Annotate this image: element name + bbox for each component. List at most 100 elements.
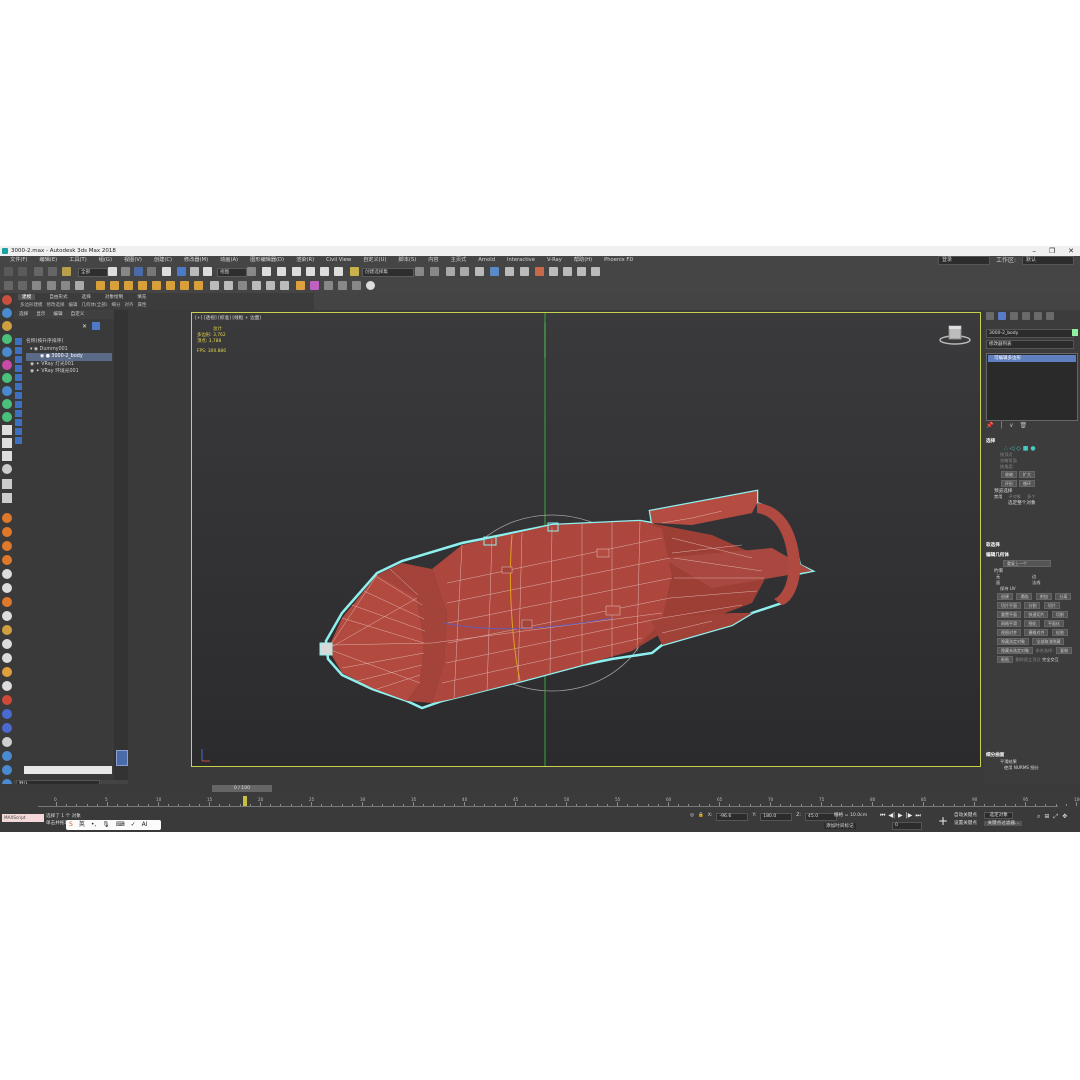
graphite-icon[interactable]: [2, 386, 12, 396]
view-align-button[interactable]: 视图对齐: [997, 629, 1021, 636]
mirror-icon[interactable]: [415, 267, 424, 276]
cut-button[interactable]: 切割: [1051, 611, 1068, 618]
ime-voice-icon[interactable]: 🎙: [102, 820, 110, 830]
redo-icon[interactable]: [18, 267, 27, 276]
stack-item-editable-poly[interactable]: 可编辑多边形: [988, 355, 1076, 362]
ime-language[interactable]: 英: [79, 820, 85, 830]
phoenix-source-icon[interactable]: [338, 281, 347, 290]
copy-button[interactable]: 复制: [1056, 647, 1073, 654]
paste-button[interactable]: 粘贴: [997, 656, 1013, 663]
filter-geometry-icon[interactable]: [15, 338, 22, 345]
menu-help[interactable]: 帮助(H): [568, 256, 598, 265]
loop-button[interactable]: 循环: [1019, 480, 1035, 487]
reset-plane-button[interactable]: 重置平面: [997, 611, 1021, 618]
vray-frame-buffer-icon[interactable]: [591, 267, 600, 276]
hierarchy-tab-icon[interactable]: [1010, 312, 1018, 320]
make-unique-icon[interactable]: ∨: [1009, 422, 1013, 429]
object-color-swatch[interactable]: [1072, 329, 1078, 336]
menu-animation[interactable]: 动画(A): [214, 256, 244, 265]
displacement-icon[interactable]: [266, 281, 275, 290]
ribbon-tab-freeform[interactable]: 自由形式: [49, 294, 67, 300]
menu-phoenix-fd[interactable]: Phoenix FD: [598, 256, 639, 265]
phoenix-ocean-icon[interactable]: [352, 281, 361, 290]
manipulate-icon[interactable]: [262, 267, 271, 276]
ribbon-tab-object-paint[interactable]: 对象绘制: [105, 294, 123, 300]
filter-cameras-icon[interactable]: [15, 365, 22, 372]
y-coordinate-field[interactable]: 180.0: [760, 813, 793, 821]
select-whole-object-label[interactable]: 选定整个对象: [986, 500, 1078, 506]
ribbon-item-poly-modeling[interactable]: 多边形建模: [20, 302, 43, 308]
menu-content[interactable]: 内容: [422, 256, 444, 265]
zoom-icon[interactable]: ⌕: [1037, 813, 1040, 821]
keyboard-shortcut-icon[interactable]: [277, 267, 286, 276]
use-nurms-checkbox[interactable]: 使用 NURMS 细分: [986, 765, 1078, 771]
vortex-icon[interactable]: [2, 583, 12, 593]
split-button[interactable]: 分割: [1024, 602, 1041, 609]
create-light-icon[interactable]: [2, 321, 12, 331]
track-bar[interactable]: 0 5 10 15 20 25 30 35 40 45 50 55 60 65 70 75 80 85 90 95 10…: [0, 794, 1080, 810]
fire-emitter-icon[interactable]: [2, 597, 12, 607]
ime-logo-icon[interactable]: S: [69, 820, 73, 830]
ribbon-item-properties[interactable]: 属性: [138, 302, 147, 308]
delete-isolated-checkbox[interactable]: 删除孤立顶点: [1015, 657, 1040, 662]
key-filter-dropdown[interactable]: 选定对象: [984, 812, 1013, 819]
constraint-normal-radio[interactable]: 法线: [1032, 580, 1068, 586]
menu-views[interactable]: 视图(V): [118, 256, 148, 265]
tessellate-button[interactable]: 细化: [1024, 620, 1041, 627]
isolate-icon[interactable]: ◎: [690, 813, 694, 821]
fire-sim-icon[interactable]: [2, 541, 12, 551]
show-end-result-icon[interactable]: │: [999, 422, 1003, 429]
unlink-icon[interactable]: [48, 267, 57, 276]
attach-button[interactable]: 附加: [1035, 593, 1052, 600]
select-object-icon[interactable]: [108, 267, 117, 276]
liquid-icon[interactable]: [2, 639, 12, 649]
render-icon[interactable]: [549, 267, 558, 276]
create-geometry-icon[interactable]: [2, 295, 12, 305]
perspective-viewport[interactable]: [+] [透视] [标准] [线框 + 边面] 总计 多边形: 3,762 顶点…: [191, 312, 981, 767]
foam-icon[interactable]: [2, 667, 12, 677]
add-time-tag-button[interactable]: 添加时间标记: [824, 823, 856, 829]
splash-icon[interactable]: [2, 681, 12, 691]
quickslice-button[interactable]: 快速切片: [1024, 611, 1049, 618]
move-icon[interactable]: [162, 267, 171, 276]
shrink-button[interactable]: 收缩: [1001, 471, 1017, 478]
bind-space-warp-icon[interactable]: [62, 267, 71, 276]
filter-icon[interactable]: [92, 322, 100, 330]
modifier-list-dropdown[interactable]: 修改器列表: [986, 340, 1074, 349]
directional-light-icon[interactable]: [194, 281, 203, 290]
ime-skin-icon[interactable]: ✓: [131, 820, 136, 830]
subdivision-surface-header[interactable]: 细分曲面: [986, 752, 1078, 759]
fog-icon[interactable]: [152, 281, 161, 290]
align-icon[interactable]: [430, 267, 439, 276]
menu-edit[interactable]: 编辑(E): [33, 256, 63, 265]
ribbon-item-geometry[interactable]: 几何体(全部): [82, 302, 108, 308]
curve-editor-icon[interactable]: [475, 267, 484, 276]
display-tab-icon[interactable]: [1034, 312, 1042, 320]
link-icon[interactable]: [34, 267, 43, 276]
space-warp-icon[interactable]: [2, 360, 12, 370]
ribbon-item-align[interactable]: 对齐: [125, 302, 134, 308]
record-icon[interactable]: [2, 464, 12, 474]
material-editor-icon[interactable]: [505, 267, 514, 276]
ime-toolbar[interactable]: S 英 •, 🎙 ⌨ ✓ AI: [66, 820, 161, 830]
x-coordinate-field[interactable]: -96.6: [716, 813, 749, 821]
brush-icon[interactable]: [2, 625, 12, 635]
slice-button[interactable]: 切片: [1043, 602, 1060, 609]
set-key-plus-icon[interactable]: +: [938, 814, 948, 828]
spinner-snap-icon[interactable]: [334, 267, 343, 276]
menu-interactive[interactable]: Interactive: [501, 256, 541, 265]
menu-rendering[interactable]: 渲染(R): [290, 256, 320, 265]
filter-bones-icon[interactable]: [15, 410, 22, 417]
spot-light-icon[interactable]: [180, 281, 189, 290]
scene-column-header[interactable]: 名称(按升序排序): [26, 338, 112, 346]
auto-key-button[interactable]: 自动关键点: [954, 813, 977, 818]
light-lister-icon[interactable]: [96, 281, 105, 290]
time-slider[interactable]: 0 / 100: [212, 785, 272, 792]
ribbon-tab-selection[interactable]: 选择: [82, 294, 91, 300]
pause-icon[interactable]: [2, 438, 12, 448]
viewport-layout-icon[interactable]: [116, 750, 128, 766]
tree-row-vray-light[interactable]: ◉ ✦ VRay 灯光001: [26, 361, 112, 369]
go-to-start-icon[interactable]: ⏮: [880, 812, 885, 820]
soft-selection-header[interactable]: 软选择: [986, 542, 1078, 549]
vray-plane-icon[interactable]: [75, 281, 84, 290]
